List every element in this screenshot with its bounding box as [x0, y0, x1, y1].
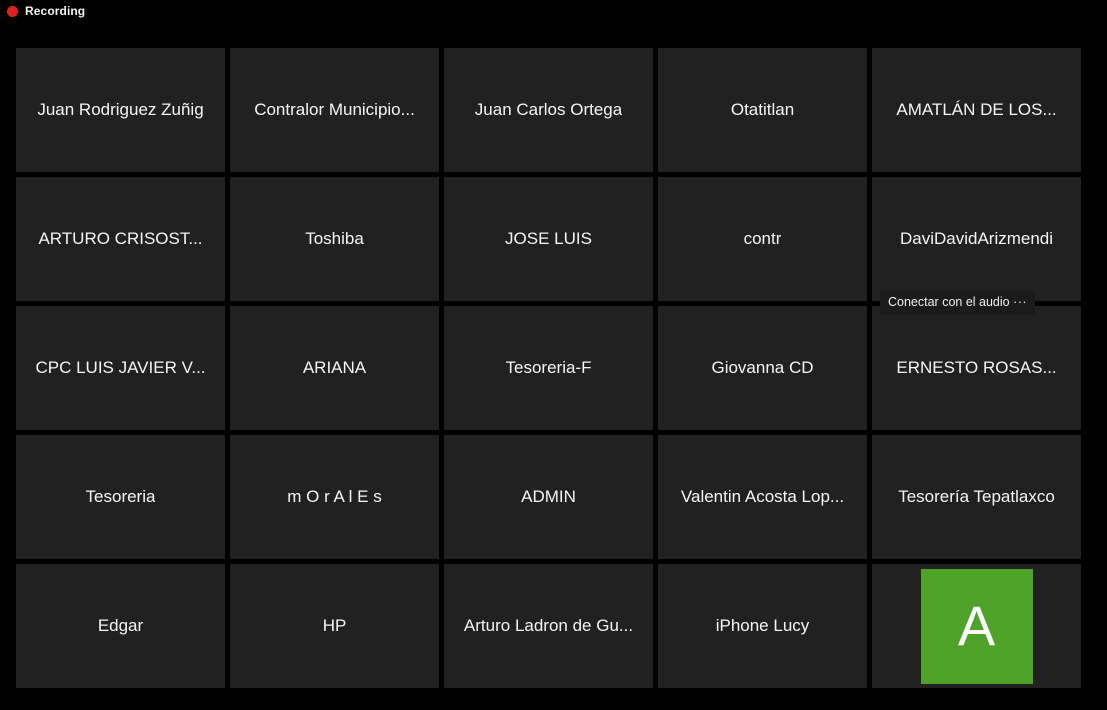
participant-tile[interactable]: m O r A l E s [230, 435, 439, 559]
participant-name: iPhone Lucy [715, 616, 810, 635]
participant-tile[interactable]: CPC LUIS JAVIER V... [16, 306, 225, 430]
participant-tile[interactable]: ERNESTO ROSAS... [872, 306, 1081, 430]
participant-avatar: A [920, 568, 1033, 684]
participant-name: ERNESTO ROSAS... [896, 358, 1057, 377]
participant-tile[interactable]: iPhone Lucy [658, 564, 867, 688]
participant-name: Juan Rodriguez Zuñig [37, 100, 204, 119]
participant-tile[interactable]: A [872, 564, 1081, 688]
participant-name: m O r A l E s [287, 487, 382, 506]
participant-name: Juan Carlos Ortega [474, 100, 623, 119]
participant-tile[interactable]: Toshiba [230, 177, 439, 301]
participant-name: ADMIN [521, 487, 576, 506]
participant-name: ARTURO CRISOST... [38, 229, 203, 248]
participant-name: Giovanna CD [711, 358, 814, 377]
participant-tile[interactable]: Otatitlan [658, 48, 867, 172]
connect-audio-tooltip-label: Conectar con el audio [888, 295, 1010, 309]
connect-audio-tooltip[interactable]: Conectar con el audio ··· [880, 290, 1036, 315]
participant-name: Toshiba [305, 229, 364, 248]
participant-tile[interactable]: Contralor Municipio... [230, 48, 439, 172]
participant-tile[interactable]: ARIANA [230, 306, 439, 430]
participant-name: Tesorería Tepatlaxco [898, 487, 1055, 506]
participant-name: JOSE LUIS [505, 229, 592, 248]
avatar-initial: A [957, 594, 996, 657]
recording-status-bar: Recording [0, 0, 1107, 22]
participant-name: Tesoreria-F [505, 358, 592, 377]
recording-indicator-icon [7, 5, 18, 17]
participant-tile[interactable]: Giovanna CD [658, 306, 867, 430]
participant-name: Arturo Ladron de Gu... [463, 616, 634, 635]
participant-tile[interactable]: HP [230, 564, 439, 688]
participant-name: contr [743, 229, 782, 248]
participant-tile[interactable]: DaviDavidArizmendi Conectar con el audio … [872, 177, 1081, 315]
participant-name: AMATLÁN DE LOS... [896, 100, 1057, 119]
participant-tile[interactable]: ADMIN [444, 435, 653, 559]
participant-tile[interactable]: JOSE LUIS [444, 177, 653, 301]
recording-label: Recording [25, 4, 86, 18]
participant-name: HP [322, 616, 347, 635]
participant-tile[interactable]: Arturo Ladron de Gu... [444, 564, 653, 688]
participant-tile[interactable]: Tesoreria [16, 435, 225, 559]
participant-name: CPC LUIS JAVIER V... [35, 358, 206, 377]
participant-tile[interactable]: ARTURO CRISOST... [16, 177, 225, 301]
participant-name: Otatitlan [730, 100, 795, 119]
participant-tile-grid: Juan Rodriguez Zuñig Contralor Municipio.… [16, 48, 1090, 688]
participant-tile[interactable]: Edgar [16, 564, 225, 688]
participant-tile[interactable]: Tesorería Tepatlaxco [872, 435, 1081, 559]
participant-name: Contralor Municipio... [254, 100, 415, 119]
participant-tile[interactable]: Juan Rodriguez Zuñig [16, 48, 225, 172]
participant-name: Valentin Acosta Lop... [680, 487, 845, 506]
participant-name: DaviDavidArizmendi [899, 229, 1054, 248]
participant-tile[interactable]: AMATLÁN DE LOS... [872, 48, 1081, 172]
meeting-gallery-view: Recording Juan Rodriguez Zuñig Contralor … [0, 0, 1107, 710]
participant-name: Edgar [97, 616, 144, 635]
participant-name: Tesoreria [85, 487, 156, 506]
participant-tile[interactable]: contr [658, 177, 867, 301]
connect-audio-tooltip-ellipsis-icon: ··· [1013, 295, 1028, 309]
participant-tile[interactable]: Valentin Acosta Lop... [658, 435, 867, 559]
participant-tile[interactable]: Juan Carlos Ortega [444, 48, 653, 172]
participant-tile[interactable]: Tesoreria-F [444, 306, 653, 430]
participant-name: ARIANA [302, 358, 367, 377]
